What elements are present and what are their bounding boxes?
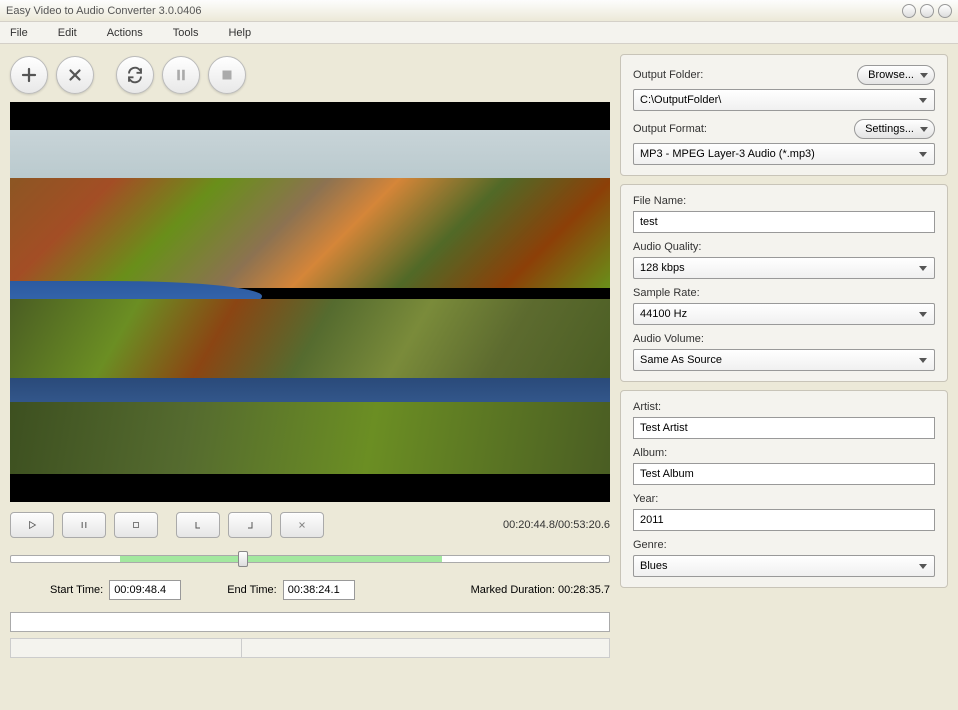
filename-label: File Name: (633, 195, 686, 207)
mark-start-button[interactable] (176, 512, 220, 538)
audio-panel: File Name: Audio Quality: 128 kbps Sampl… (620, 184, 948, 382)
status-bar (10, 638, 610, 658)
stop-conversion-button[interactable] (208, 56, 246, 94)
time-display: 00:20:44.8/00:53:20.6 (503, 519, 610, 531)
artist-input[interactable] (633, 417, 935, 439)
album-input[interactable] (633, 463, 935, 485)
window-title: Easy Video to Audio Converter 3.0.0406 (6, 5, 902, 17)
titlebar: Easy Video to Audio Converter 3.0.0406 (0, 0, 958, 22)
pause-button[interactable] (62, 512, 106, 538)
quality-label: Audio Quality: (633, 241, 701, 253)
samplerate-label: Sample Rate: (633, 287, 700, 299)
samplerate-combo[interactable]: 44100 Hz (633, 303, 935, 325)
play-button[interactable] (10, 512, 54, 538)
start-time-label: Start Time: (50, 584, 103, 596)
output-folder-label: Output Folder: (633, 69, 703, 81)
mark-end-button[interactable] (228, 512, 272, 538)
output-folder-combo[interactable]: C:\OutputFolder\ (633, 89, 935, 111)
pause-conversion-button[interactable] (162, 56, 200, 94)
menu-tools[interactable]: Tools (173, 27, 199, 39)
genre-combo[interactable]: Blues (633, 555, 935, 577)
clear-marks-button[interactable] (280, 512, 324, 538)
menu-actions[interactable]: Actions (107, 27, 143, 39)
output-format-label: Output Format: (633, 123, 707, 135)
start-time-input[interactable] (109, 580, 181, 600)
filename-input[interactable] (633, 211, 935, 233)
quality-combo[interactable]: 128 kbps (633, 257, 935, 279)
stop-button[interactable] (114, 512, 158, 538)
menu-file[interactable]: File (10, 27, 28, 39)
settings-button[interactable]: Settings... (854, 119, 935, 139)
close-button[interactable] (938, 4, 952, 18)
seek-thumb[interactable] (238, 551, 248, 567)
album-label: Album: (633, 447, 667, 459)
progress-bar (10, 612, 610, 632)
seek-slider[interactable] (10, 550, 610, 568)
output-format-combo[interactable]: MP3 - MPEG Layer-3 Audio (*.mp3) (633, 143, 935, 165)
main-toolbar (10, 54, 610, 102)
minimize-button[interactable] (902, 4, 916, 18)
video-preview (10, 102, 610, 502)
end-time-input[interactable] (283, 580, 355, 600)
menu-help[interactable]: Help (228, 27, 251, 39)
add-button[interactable] (10, 56, 48, 94)
browse-button[interactable]: Browse... (857, 65, 935, 85)
marked-duration: Marked Duration: 00:28:35.7 (471, 584, 610, 596)
playback-controls: 00:20:44.8/00:53:20.6 (10, 502, 610, 544)
year-label: Year: (633, 493, 658, 505)
artist-label: Artist: (633, 401, 661, 413)
volume-label: Audio Volume: (633, 333, 704, 345)
genre-label: Genre: (633, 539, 667, 551)
convert-button[interactable] (116, 56, 154, 94)
tags-panel: Artist: Album: Year: Genre: Blues (620, 390, 948, 588)
menubar: File Edit Actions Tools Help (0, 22, 958, 44)
end-time-label: End Time: (227, 584, 277, 596)
volume-combo[interactable]: Same As Source (633, 349, 935, 371)
menu-edit[interactable]: Edit (58, 27, 77, 39)
remove-button[interactable] (56, 56, 94, 94)
year-input[interactable] (633, 509, 935, 531)
output-panel: Output Folder: Browse... C:\OutputFolder… (620, 54, 948, 176)
maximize-button[interactable] (920, 4, 934, 18)
